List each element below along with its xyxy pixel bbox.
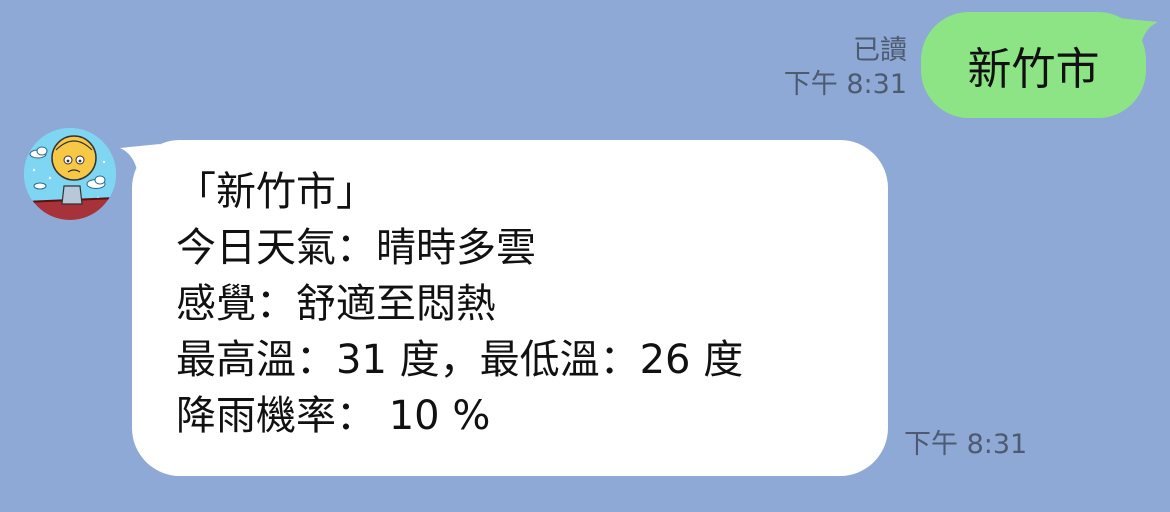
message-line-city: 「新竹市」 — [176, 169, 376, 215]
message-line-feeling: 感覺：舒適至悶熱 — [176, 281, 496, 327]
outgoing-bubble-tail-icon — [1118, 18, 1158, 48]
message-line-rain-chance: 降雨機率： 10 % — [176, 393, 491, 439]
incoming-timestamp: 下午 8:31 — [904, 429, 1028, 460]
sun-character-avatar-icon — [24, 128, 116, 220]
avatar[interactable] — [24, 128, 116, 220]
outgoing-message-meta: 已讀 下午 8:31 — [784, 34, 907, 102]
outgoing-message-text: 新竹市 — [967, 44, 1100, 95]
message-line-weather: 今日天氣：晴時多雲 — [176, 225, 536, 271]
read-receipt: 已讀 — [853, 35, 907, 66]
outgoing-message: 已讀 下午 8:31 新竹市 — [784, 12, 1158, 118]
message-line-temperature: 最高溫：31 度，最低溫：26 度 — [176, 337, 744, 383]
chat-area[interactable]: 已讀 下午 8:31 新竹市 「新竹市」 今日天氣：晴時多雲 感覺：舒適至悶熱 … — [0, 0, 1170, 512]
incoming-bubble[interactable]: 「新竹市」 今日天氣：晴時多雲 感覺：舒適至悶熱 最高溫：31 度，最低溫：26… — [120, 140, 888, 476]
incoming-bubble-tail-icon — [120, 144, 160, 174]
outgoing-timestamp: 下午 8:31 — [783, 69, 907, 100]
outgoing-bubble[interactable]: 新竹市 — [921, 12, 1158, 118]
